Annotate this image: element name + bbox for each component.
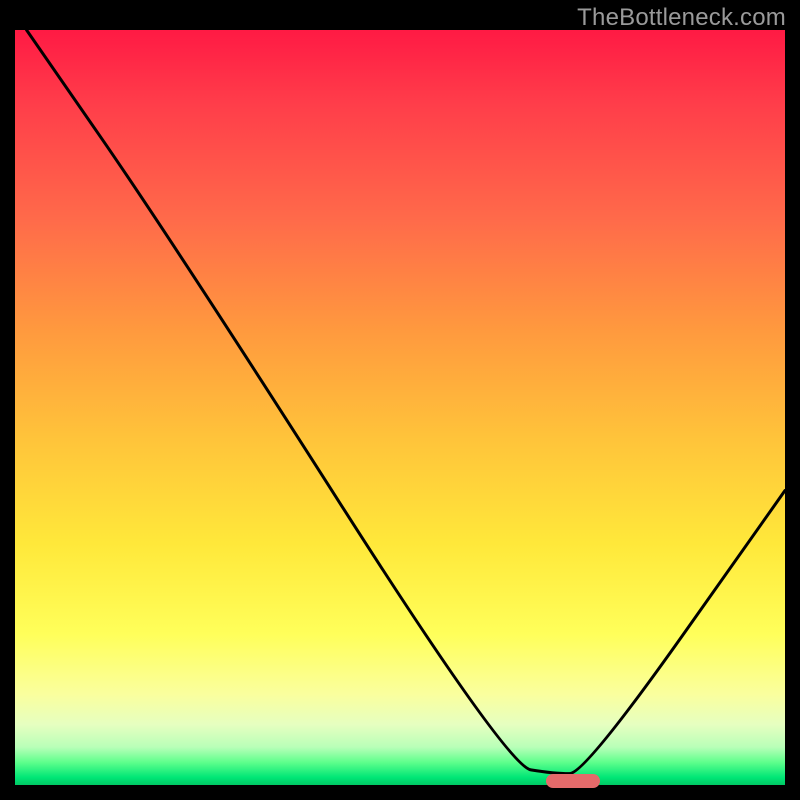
watermark-text: TheBottleneck.com	[577, 4, 786, 32]
bottleneck-curve	[15, 30, 785, 785]
chart-frame: TheBottleneck.com	[0, 0, 800, 800]
optimal-range-marker	[546, 774, 600, 788]
plot-area	[15, 30, 785, 785]
